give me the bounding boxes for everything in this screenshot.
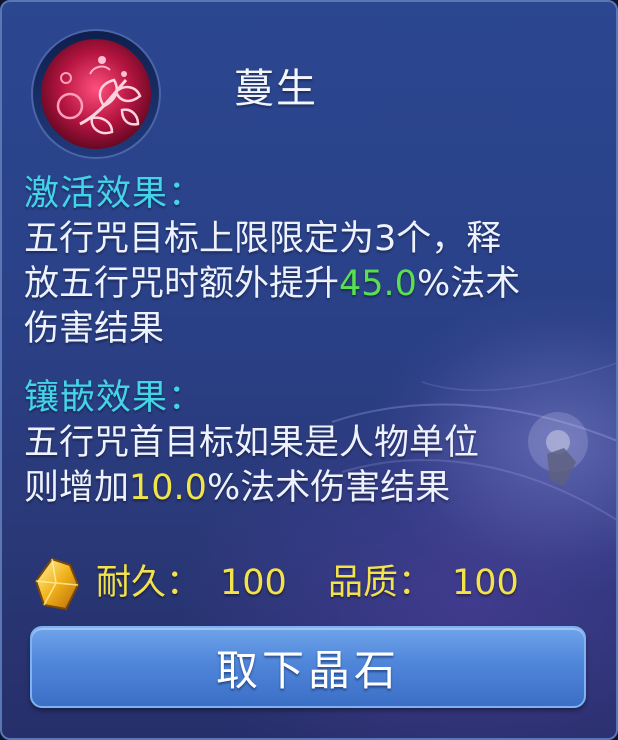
gem-stats-row: 耐久： 100 品质： 100	[32, 555, 592, 611]
activation-effect-line-3: 伤害结果	[24, 309, 165, 349]
activation-effect-heading: 激活效果：	[24, 174, 205, 214]
activation-effect-line-1: 五行咒目标上限限定为3个，释	[24, 219, 502, 259]
remove-gem-button[interactable]: 取下晶石	[30, 626, 586, 708]
inlay-effect-line-2: 则增加10.0%法术伤害结果	[24, 466, 594, 511]
gem-detail-panel: 蔓生 激活效果： 五行咒目标上限限定为3个，释 放五行咒时额外提升45.0%法术…	[0, 0, 618, 740]
activation-effect-line-2: 放五行咒时额外提升45.0%法术	[24, 262, 594, 307]
inlay-effect-section: 镶嵌效果： 五行咒首目标如果是人物单位 则增加10.0%法术伤害结果	[24, 376, 594, 511]
inlay-effect-text-pre: 则增加	[24, 468, 130, 508]
inlay-effect-text-post: %法术伤害结果	[206, 468, 451, 508]
gem-vine-icon	[30, 28, 162, 160]
inlay-effect-heading: 镶嵌效果：	[24, 378, 205, 418]
crystal-icon	[32, 555, 84, 613]
remove-gem-button-label: 取下晶石	[215, 645, 400, 695]
durability-value: 100	[220, 563, 287, 603]
activation-effect-value: 45.0	[339, 264, 417, 304]
inlay-effect-line-1: 五行咒首目标如果是人物单位	[24, 423, 480, 463]
activation-effect-text-pre: 放五行咒时额外提升	[24, 264, 340, 304]
activation-effect-section: 激活效果： 五行咒目标上限限定为3个，释 放五行咒时额外提升45.0%法术 伤害…	[24, 172, 594, 352]
quality-label: 品质：	[328, 563, 434, 603]
inlay-effect-value: 10.0	[129, 468, 207, 508]
activation-effect-text-post: %法术	[416, 264, 521, 304]
quality-value: 100	[452, 563, 519, 603]
durability-label: 耐久：	[96, 563, 202, 603]
gem-name: 蔓生	[234, 66, 318, 112]
